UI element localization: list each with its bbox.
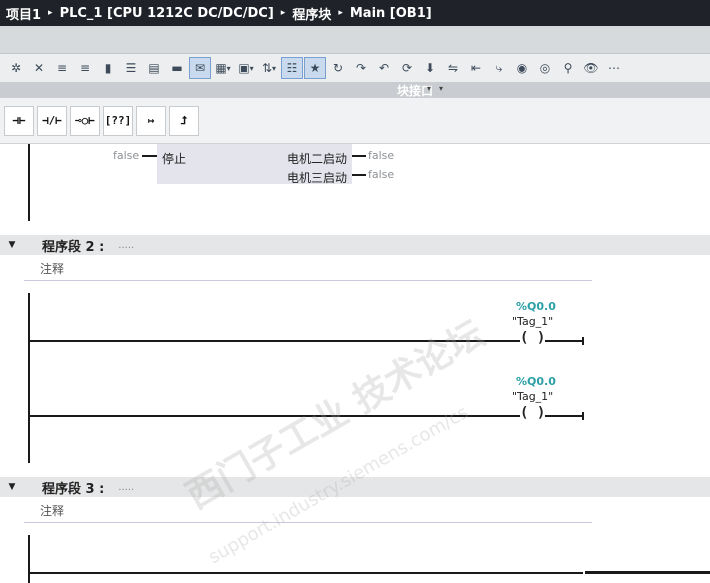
star-icon[interactable]: ★ (304, 57, 326, 79)
favorites-icon[interactable]: ▤ (144, 58, 164, 78)
input-value: false (113, 149, 140, 162)
compare-icon[interactable]: ⇋ (443, 58, 463, 78)
network-comment[interactable]: 注释 (24, 257, 592, 281)
delete-network-icon[interactable]: ✕ (29, 58, 49, 78)
close-branch-icon[interactable]: ⮥ (169, 105, 199, 136)
branch-icon[interactable]: ⤷ (489, 58, 509, 78)
no-contact-icon[interactable]: ⊣⊢ (4, 105, 34, 136)
networks-open-icon[interactable]: ▬ (167, 58, 187, 78)
breadcrumb-separator-icon: ▸ (338, 8, 343, 18)
output-pin-label: 电机二启动 (286, 152, 347, 166)
network-title-placeholder[interactable]: ..... (118, 482, 134, 493)
breadcrumb-project[interactable]: 项目1 (6, 4, 41, 23)
jump-icon[interactable]: ⇤ (466, 58, 486, 78)
absolute-operands-icon[interactable]: ☰ (121, 58, 141, 78)
chevron-down-icon[interactable]: ▾ (423, 84, 435, 96)
previous-error-icon[interactable]: ↶ (374, 58, 394, 78)
breadcrumb-main-ob1[interactable]: Main [OB1] (350, 6, 432, 21)
wire (352, 174, 366, 176)
h-scrollbar[interactable] (585, 571, 710, 574)
callstack-icon[interactable]: ⇅ ▾ (259, 58, 279, 78)
ladder-editor[interactable]: false 停止 电机二启动 电机三启动 false false ▼ 程序段 2… (0, 144, 710, 583)
rung-wire (30, 340, 583, 342)
insert-row-icon[interactable]: ≡ (52, 58, 72, 78)
input-pin-label: 停止 (162, 152, 187, 166)
breadcrumb: 项目1 ▸ PLC_1 [CPU 1212C DC/DC/DC] ▸ 程序块 ▸… (0, 0, 710, 26)
nc-contact-icon[interactable]: ⊣/⊢ (37, 105, 67, 136)
coil-element[interactable]: ( ) (520, 405, 546, 421)
function-block[interactable]: 停止 电机二启动 电机三启动 (157, 144, 352, 185)
coil-element[interactable]: ( ) (520, 330, 546, 346)
breadcrumb-separator-icon: ▸ (280, 8, 286, 18)
tag-address[interactable]: %Q0.0 (516, 375, 556, 388)
chevron-down-icon[interactable]: ▾ (435, 84, 447, 96)
set-breakpoint-icon[interactable]: ◉ (512, 58, 532, 78)
collapse-triangle-icon[interactable]: ▼ (0, 240, 24, 250)
block-interface-bar[interactable]: 块接口 ▾ ▾ (0, 82, 710, 98)
network-title: 程序段 2 : (42, 239, 105, 255)
output-value: false (368, 149, 395, 162)
tag-name[interactable]: "Tag_1" (512, 315, 553, 328)
power-rail (28, 293, 30, 463)
tag-info-icon[interactable]: ▦ ▾ (213, 58, 233, 78)
output-value: false (368, 168, 395, 181)
comments-icon[interactable]: ✉ (189, 57, 211, 79)
editor-toolbar: ✲ ✕ ≡ ≡ ▮ ☰ ▤ ▬ ✉ ▦ ▾ ▣ ▾ ⇅ ▾ ☷ ★ ↻ ↷ ↶ ⟳ ⬇… (0, 54, 710, 82)
next-error-icon[interactable]: ↷ (351, 58, 371, 78)
empty-box-icon[interactable]: [??] (103, 105, 133, 136)
coil-icon[interactable]: ⊸○⊢ (70, 105, 100, 136)
tag-name[interactable]: "Tag_1" (512, 390, 553, 403)
power-rail (28, 144, 30, 221)
rung-wire (30, 572, 583, 574)
collapse-triangle-icon[interactable]: ▼ (0, 482, 24, 492)
network-title-placeholder[interactable]: ..... (118, 240, 134, 251)
more-icon[interactable]: ⋯ (604, 58, 624, 78)
output-pin-label: 电机三启动 (286, 171, 347, 185)
monitor-on-icon[interactable]: 👁 (581, 58, 601, 78)
power-rail (28, 535, 30, 583)
breadcrumb-plc[interactable]: PLC_1 [CPU 1212C DC/DC/DC] (60, 6, 274, 21)
wire (142, 155, 157, 157)
right-rail-stub (582, 337, 584, 345)
wire (352, 155, 366, 157)
breadcrumb-program-blocks[interactable]: 程序块 (292, 4, 331, 23)
watch-icon[interactable]: ⚲ (558, 58, 578, 78)
network-header[interactable]: ▼ 程序段 2 : ..... (0, 235, 710, 255)
clear-breakpoint-icon[interactable]: ◎ (535, 58, 555, 78)
download-icon[interactable]: ⬇ (420, 58, 440, 78)
update-call-icon[interactable]: ⟳ (397, 58, 417, 78)
open-branch-icon[interactable]: ↦ (136, 105, 166, 136)
right-rail-stub (582, 412, 584, 420)
monitoring-icon[interactable]: ▣ ▾ (236, 58, 256, 78)
go-to-icon[interactable]: ↻ (328, 58, 348, 78)
breadcrumb-separator-icon: ▸ (48, 8, 53, 18)
editor-header-strip (0, 26, 710, 54)
add-row-icon[interactable]: ≡ (75, 58, 95, 78)
insert-network-icon[interactable]: ✲ (6, 58, 26, 78)
lad-instruction-toolbar: ⊣⊢ ⊣/⊢ ⊸○⊢ [??] ↦ ⮥ (0, 98, 710, 144)
operand-display-icon[interactable]: ☷ (281, 57, 303, 79)
tag-address[interactable]: %Q0.0 (516, 300, 556, 313)
network-title: 程序段 3 : (42, 481, 105, 497)
reset-icon[interactable]: ▮ (98, 58, 118, 78)
